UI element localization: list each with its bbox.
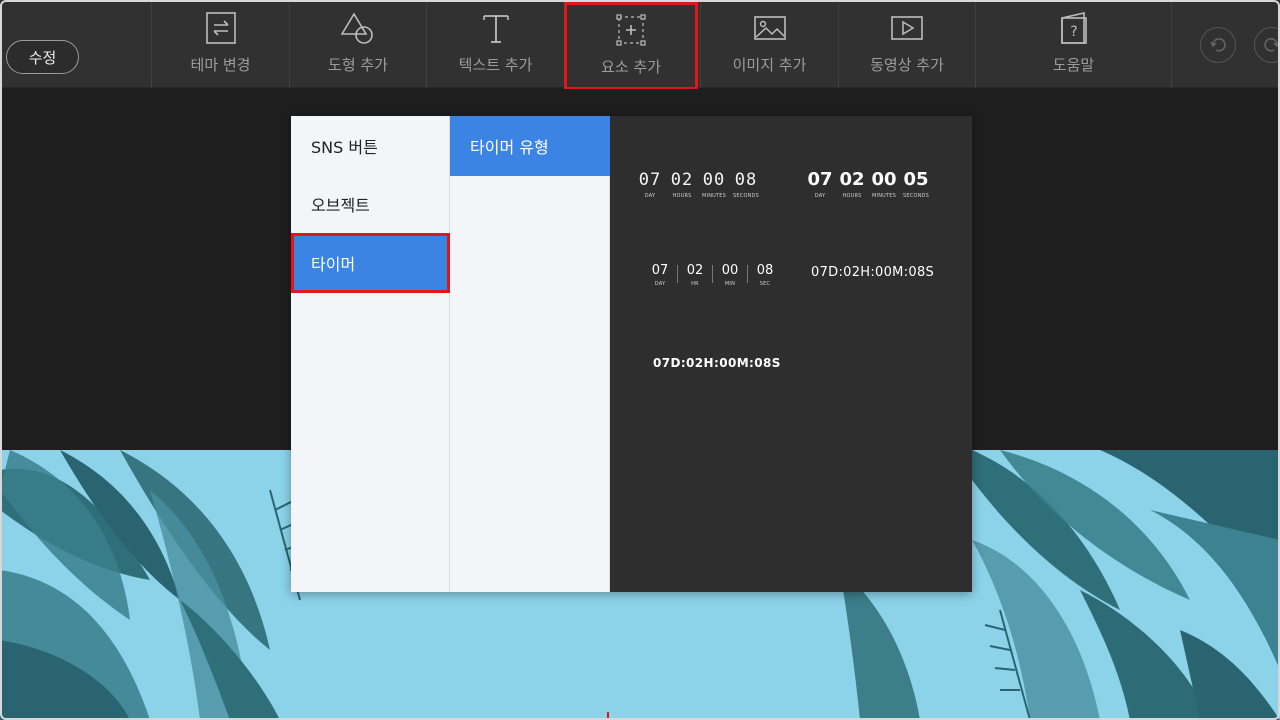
edit-button[interactable]: 수정	[6, 40, 79, 74]
tool-shape-add[interactable]: 도형 추가	[289, 0, 426, 88]
timer-seconds-unit: SECONDS	[733, 193, 759, 199]
element-add-icon	[614, 12, 648, 48]
category-sns-button[interactable]: SNS 버튼	[291, 116, 450, 176]
main-toolbar: 수정 테마 변경 도형 추가 텍스트 추가 요소 추가 이미지 추가 동영상 추…	[0, 0, 1280, 90]
timer-minutes-value: 00	[871, 169, 897, 190]
redo-button[interactable]	[1254, 27, 1280, 63]
timer-seconds-unit: SEC	[759, 281, 771, 287]
timer-seconds-value: 08	[756, 263, 774, 278]
tool-label: 텍스트 추가	[458, 56, 533, 74]
tool-help[interactable]: ? 도움말	[975, 0, 1172, 88]
video-icon	[890, 10, 924, 46]
timer-inline-bold-text: 07D:02H:00M:08S	[653, 356, 781, 370]
tool-element-add[interactable]: 요소 추가	[564, 2, 698, 90]
svg-text:?: ?	[1070, 24, 1077, 40]
timer-day-value: 07	[638, 170, 662, 190]
subcategory-timer-type[interactable]: 타이머 유형	[450, 116, 610, 176]
timer-day-unit: DAY	[654, 281, 666, 287]
tool-theme-change[interactable]: 테마 변경	[151, 0, 289, 88]
undo-button[interactable]	[1200, 27, 1236, 63]
timer-seconds-value: 08	[734, 170, 758, 190]
tool-label: 요소 추가	[601, 58, 661, 76]
tool-label: 이미지 추가	[732, 56, 807, 74]
timer-option-inline-bold[interactable]: 07D:02H:00M:08S	[653, 356, 781, 370]
timer-day-value: 07	[651, 263, 669, 278]
timer-minutes-unit: MIN	[724, 281, 736, 287]
timer-seconds-unit: SECONDS	[903, 193, 929, 199]
category-object[interactable]: 오브젝트	[291, 174, 450, 234]
undo-icon	[1210, 38, 1226, 52]
theme-change-icon	[204, 10, 238, 46]
category-list: SNS 버튼 오브젝트 타이머	[291, 116, 450, 592]
timer-hours-value: 02	[670, 170, 694, 190]
timer-hours-unit: HOURS	[672, 193, 692, 199]
shape-icon	[340, 10, 375, 46]
tool-label: 도형 추가	[328, 56, 388, 74]
timer-option-separated[interactable]: 07 DAY 02 HR 00 MIN 08 SEC	[643, 263, 782, 287]
timer-hours-unit: HOURS	[842, 193, 862, 199]
timer-hours-value: 02	[686, 263, 704, 278]
text-icon	[479, 10, 513, 46]
timer-minutes-value: 00	[721, 263, 739, 278]
category-timer[interactable]: 타이머	[291, 233, 450, 293]
timer-option-inline[interactable]: 07D:02H:00M:08S	[811, 265, 934, 280]
timer-minutes-unit: MINUTES	[702, 193, 726, 199]
timer-day-unit: DAY	[814, 193, 826, 199]
tool-label: 테마 변경	[190, 56, 251, 74]
timer-option-digital[interactable]: 07 DAY 02 HOURS 00 MINUTES 08 SECONDS	[634, 170, 762, 199]
timer-option-bold[interactable]: 07 DAY 02 HOURS 00 MINUTES 05 SECONDS	[804, 169, 932, 199]
timer-day-value: 07	[807, 169, 833, 190]
image-icon	[753, 10, 787, 46]
timer-inline-text: 07D:02H:00M:08S	[811, 265, 935, 280]
timer-minutes-unit: MINUTES	[872, 193, 896, 199]
timer-minutes-value: 00	[702, 170, 726, 190]
timer-preview-grid: 07 DAY 02 HOURS 00 MINUTES 08 SECONDS 07 DAY …	[610, 116, 972, 592]
tool-video-add[interactable]: 동영상 추가	[838, 0, 975, 88]
timer-hours-unit: HR	[691, 281, 699, 287]
tool-label: 동영상 추가	[870, 56, 944, 74]
tool-label: 도움말	[1052, 56, 1095, 74]
timer-seconds-value: 05	[903, 169, 929, 190]
timer-hours-value: 02	[839, 169, 865, 190]
tool-image-add[interactable]: 이미지 추가	[700, 0, 838, 88]
redo-icon	[1264, 38, 1280, 52]
help-icon: ?	[1057, 10, 1091, 46]
timer-day-unit: DAY	[644, 193, 656, 199]
element-add-panel: SNS 버튼 오브젝트 타이머 타이머 유형 07 DAY 02 HOURS 00 M…	[291, 116, 972, 592]
subcategory-list: 타이머 유형	[450, 116, 610, 592]
tool-text-add[interactable]: 텍스트 추가	[426, 0, 564, 88]
